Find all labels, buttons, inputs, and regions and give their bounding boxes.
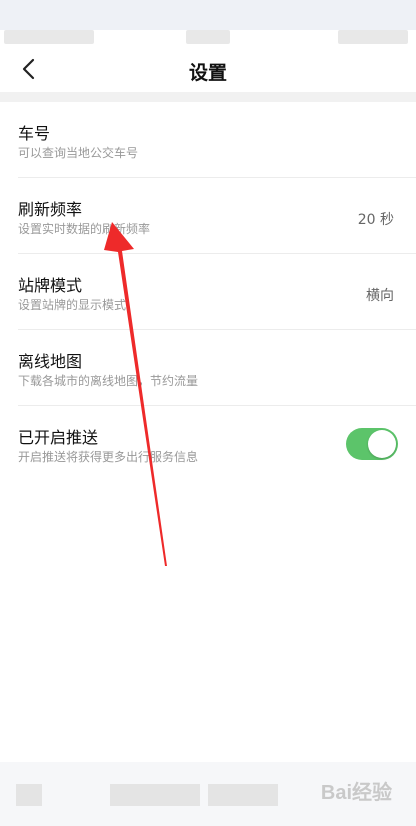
setting-label: 离线地图 [18,352,83,371]
time-blur [186,30,230,44]
setting-row-refresh-rate[interactable]: 刷新频率 设置实时数据的刷新频率 20 秒 [0,178,416,254]
watermark-logo: Bai经验 [320,782,392,804]
setting-row-push: 已开启推送 开启推送将获得更多出行服务信息 [0,406,416,482]
status-bar-strip [0,0,416,30]
setting-desc: 设置站牌的显示模式 [18,298,127,312]
setting-desc: 开启推送将获得更多出行服务信息 [18,450,199,464]
setting-label: 刷新频率 [18,200,83,219]
setting-label: 站牌模式 [18,276,83,295]
nav-bar: 设置 [0,46,416,92]
status-icons-blur [338,30,408,44]
setting-label: 车号 [18,124,51,143]
carrier-blur [4,30,94,44]
setting-desc: 下载各城市的离线地图，节约流量 [18,374,199,388]
toggle-knob [368,430,396,458]
page-title: 设置 [188,62,227,84]
status-bar [0,0,416,46]
settings-screen: 设置 车号 可以查询当地公交车号 刷新频率 设置实时数据的刷新频率 20 秒 站… [0,0,416,826]
bottom-bar: Bai经验 [0,762,416,826]
setting-row-offline-map[interactable]: 离线地图 下载各城市的离线地图，节约流量 [0,330,416,406]
bottom-blur [208,784,278,806]
push-toggle[interactable] [346,428,398,460]
section-gap [0,92,416,102]
bottom-blur [16,784,42,806]
setting-value: 20 秒 [357,212,394,228]
setting-desc: 可以查询当地公交车号 [18,146,139,160]
setting-row-bus-number[interactable]: 车号 可以查询当地公交车号 [0,102,416,178]
settings-list: 车号 可以查询当地公交车号 刷新频率 设置实时数据的刷新频率 20 秒 站牌模式… [0,102,416,482]
setting-row-stop-sign-mode[interactable]: 站牌模式 设置站牌的显示模式 横向 [0,254,416,330]
setting-value: 横向 [366,288,394,304]
bottom-blur [110,784,200,806]
setting-label: 已开启推送 [18,428,99,447]
setting-desc: 设置实时数据的刷新频率 [18,222,151,236]
